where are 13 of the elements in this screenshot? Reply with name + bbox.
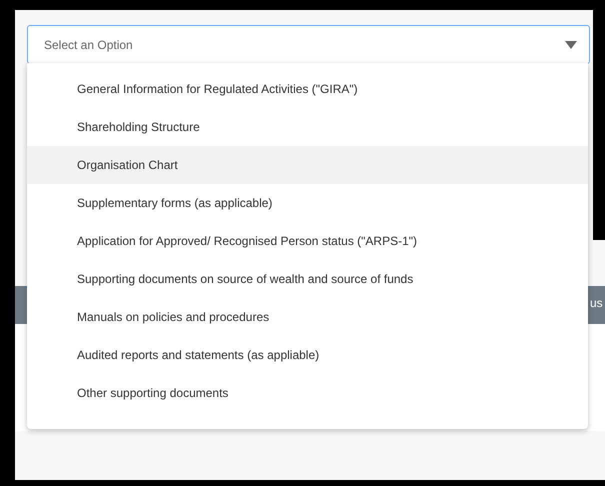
dropdown-option[interactable]: Manuals on policies and procedures (27, 298, 588, 336)
dropdown-option[interactable]: Organisation Chart (27, 146, 588, 184)
caret-icon (565, 41, 577, 49)
dropdown-option[interactable]: Supplementary forms (as applicable) (27, 184, 588, 222)
dropdown-option[interactable]: Audited reports and statements (as appliable) (27, 336, 588, 374)
column-header: us (590, 297, 603, 309)
dropdown-option[interactable]: Application for Approved/ Recognised Person status ("ARPS-1") (27, 222, 588, 260)
dropdown-option[interactable]: Shareholding Structure (27, 108, 588, 146)
dropdown-option[interactable]: General Information for Regulated Activities ("GIRA") (27, 70, 588, 108)
placeholder-text: Select an Option (44, 36, 133, 54)
select-field[interactable]: Select an Option (27, 25, 590, 64)
dropdown-option[interactable]: Other supporting documents (27, 374, 588, 412)
dropdown-option[interactable]: Supporting documents on source of wealth and source of funds (27, 260, 588, 298)
